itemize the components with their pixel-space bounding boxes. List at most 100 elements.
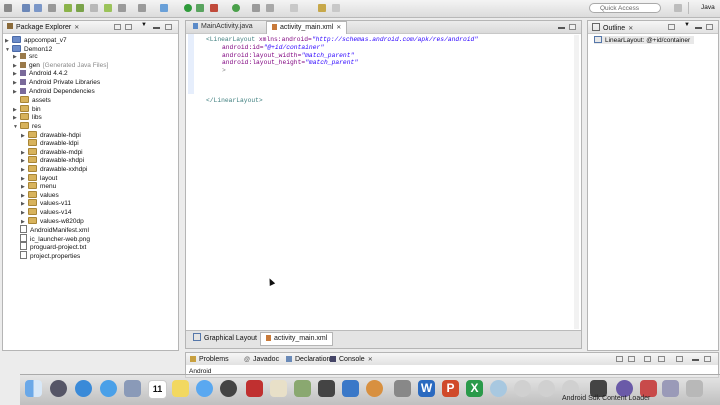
- collapsed-arrow-icon[interactable]: ▶: [13, 70, 20, 78]
- save-all-icon[interactable]: [34, 4, 42, 12]
- messages-icon[interactable]: [196, 380, 213, 397]
- tree-item[interactable]: ▶ src: [13, 53, 38, 61]
- tree-item[interactable]: project.properties: [13, 251, 80, 260]
- collapse-all-icon[interactable]: [668, 24, 675, 30]
- excel-icon[interactable]: X: [466, 380, 483, 397]
- expanded-arrow-icon[interactable]: ▼: [5, 46, 12, 54]
- sketch-icon[interactable]: [294, 380, 311, 397]
- outline-item[interactable]: LinearLayout: @+id/container: [594, 36, 695, 44]
- system-preferences-icon[interactable]: [394, 380, 411, 397]
- tab-javadoc[interactable]: @ Javadoc: [244, 355, 279, 364]
- tree-item[interactable]: proguard-project.txt: [13, 242, 86, 251]
- close-icon[interactable]: ✕: [336, 25, 341, 31]
- maximize-icon[interactable]: [165, 24, 172, 30]
- collapse-all-icon[interactable]: [114, 24, 121, 30]
- help-icon[interactable]: [514, 380, 531, 397]
- annotation-icon[interactable]: [290, 4, 298, 12]
- new-android-project-icon[interactable]: [104, 4, 112, 12]
- editor-scrollbar[interactable]: [574, 35, 579, 329]
- link-editor-icon[interactable]: [125, 24, 132, 30]
- maximize-icon[interactable]: [569, 24, 576, 30]
- close-icon[interactable]: ✕: [368, 357, 373, 363]
- new-icon[interactable]: [4, 4, 12, 12]
- display-selected-console-icon[interactable]: [658, 356, 665, 362]
- package-explorer-tab[interactable]: Package Explorer ✕: [7, 23, 79, 33]
- downloads-icon[interactable]: [662, 380, 679, 397]
- tree-item[interactable]: assets: [13, 96, 51, 104]
- tree-item[interactable]: ▶ menu: [21, 182, 56, 190]
- tab-console[interactable]: Console ✕: [330, 355, 373, 365]
- textedit-icon[interactable]: [270, 380, 287, 397]
- tab-activity-main-xml[interactable]: activity_main.xml ✕: [266, 21, 348, 34]
- app-store-icon[interactable]: [75, 380, 92, 397]
- new-class-icon[interactable]: [118, 4, 126, 12]
- view-menu-icon[interactable]: ▼: [684, 22, 690, 28]
- view-menu-icon[interactable]: ▼: [141, 22, 147, 28]
- trash-icon[interactable]: [686, 380, 703, 397]
- itunes-icon[interactable]: [366, 380, 383, 397]
- tree-item[interactable]: ic_launcher-web.png: [13, 233, 90, 243]
- close-icon[interactable]: ✕: [74, 25, 79, 31]
- outline-tab[interactable]: Outline ✕: [592, 23, 633, 34]
- powerpoint-icon[interactable]: P: [442, 380, 459, 397]
- open-type-icon[interactable]: [252, 4, 260, 12]
- pin-console-icon[interactable]: [628, 356, 635, 362]
- tree-item[interactable]: ▶ values-v14: [21, 208, 71, 216]
- tree-item[interactable]: ▶ drawable-hdpi: [21, 130, 81, 139]
- tree-item[interactable]: ▶ layout: [21, 173, 57, 182]
- minimize-icon[interactable]: [558, 27, 565, 29]
- tree-item[interactable]: ▶ values-w820dp: [21, 216, 84, 225]
- open-perspective-icon[interactable]: [674, 4, 682, 12]
- minimize-icon[interactable]: [692, 359, 699, 361]
- tree-item[interactable]: ▶ libs: [13, 113, 42, 121]
- tree-item[interactable]: ▶ values: [21, 190, 59, 199]
- external-tools-icon[interactable]: [210, 4, 218, 12]
- tree-item[interactable]: ▶ drawable-xhdpi: [21, 156, 84, 164]
- tools-icon[interactable]: [138, 4, 146, 12]
- tree-item[interactable]: ▶ values-v11: [21, 199, 71, 207]
- print-icon[interactable]: [48, 4, 56, 12]
- launchpad-icon[interactable]: [50, 380, 67, 397]
- tree-item[interactable]: drawable-ldpi: [21, 139, 79, 147]
- clock-icon[interactable]: [490, 380, 507, 397]
- tab-graphical-layout[interactable]: Graphical Layout: [188, 333, 262, 345]
- finder-icon[interactable]: [25, 380, 42, 397]
- run-dropdown-icon[interactable]: [196, 4, 204, 12]
- collapsed-arrow-icon[interactable]: ▶: [13, 53, 20, 61]
- tree-item[interactable]: ▼ res: [13, 122, 41, 130]
- terminal-icon[interactable]: [318, 380, 335, 397]
- quick-access-input[interactable]: Quick Access: [589, 3, 661, 13]
- maximize-icon[interactable]: [706, 24, 713, 30]
- debug-icon[interactable]: [160, 4, 168, 12]
- open-console-icon[interactable]: [644, 356, 651, 362]
- safari-icon[interactable]: [100, 380, 117, 397]
- search-icon[interactable]: [266, 4, 274, 12]
- tab-mainactivity-java[interactable]: MainActivity.java: [188, 21, 258, 33]
- tree-item[interactable]: ▶ drawable-xxhdpi: [21, 165, 87, 173]
- tab-declaration[interactable]: Declaration: [286, 355, 330, 364]
- minimize-icon[interactable]: [695, 27, 702, 29]
- collapsed-arrow-icon[interactable]: ▶: [13, 62, 20, 70]
- xcode-icon[interactable]: [342, 380, 359, 397]
- android-sdk-icon[interactable]: [64, 4, 72, 12]
- code-area[interactable]: <LinearLayout xmlns:android="http://sche…: [204, 36, 575, 336]
- tree-item[interactable]: ▶ Android 4.4.2: [13, 70, 68, 78]
- close-icon[interactable]: ✕: [628, 26, 633, 32]
- photo-booth-icon[interactable]: [246, 380, 263, 397]
- collapsed-arrow-icon[interactable]: ▶: [13, 88, 20, 96]
- tab-xml-source[interactable]: activity_main.xml: [260, 332, 334, 346]
- help-icon[interactable]: [538, 380, 555, 397]
- minimize-icon[interactable]: [153, 27, 160, 29]
- back-icon[interactable]: [318, 4, 326, 12]
- tree-item[interactable]: ▶ drawable-mdpi: [21, 147, 83, 156]
- run-icon[interactable]: [184, 4, 192, 12]
- lint-icon[interactable]: [90, 4, 98, 12]
- expanded-arrow-icon[interactable]: ▼: [13, 123, 20, 131]
- tree-item[interactable]: AndroidManifest.xml: [13, 225, 89, 234]
- tree-item[interactable]: ▶ gen [Generated Java Files]: [13, 61, 108, 70]
- tree-item[interactable]: ▶ appcompat_v7: [5, 36, 67, 44]
- preview-icon[interactable]: [124, 380, 141, 397]
- new-console-icon[interactable]: [676, 356, 683, 362]
- avd-manager-icon[interactable]: [76, 4, 84, 12]
- forward-icon[interactable]: [332, 4, 340, 12]
